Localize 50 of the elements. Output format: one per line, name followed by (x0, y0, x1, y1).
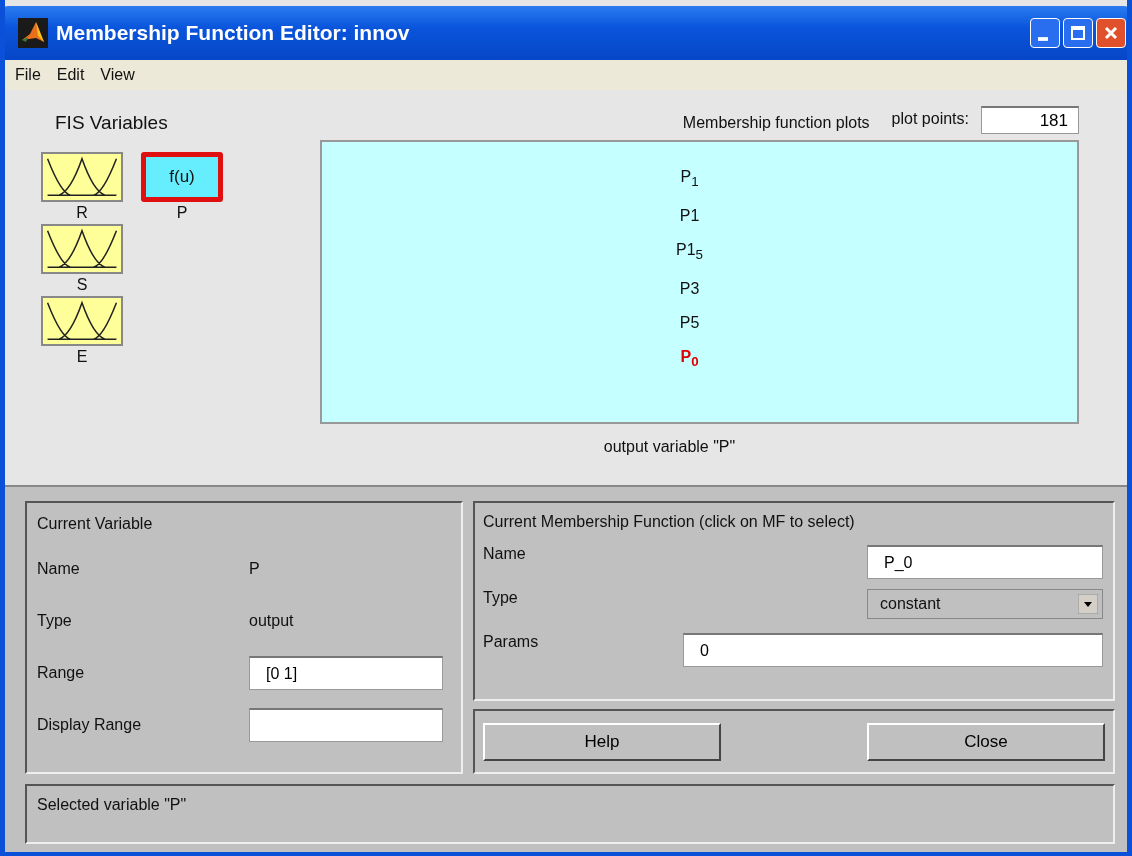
field-label: Range (37, 664, 86, 682)
window-title: Membership Function Editor: innov (56, 21, 410, 45)
field-label: Name (37, 560, 81, 578)
maximize-button[interactable] (1063, 18, 1093, 48)
mf-label[interactable]: P5 (679, 312, 700, 335)
display-range-field[interactable] (249, 708, 443, 742)
section-title: FIS Variables (55, 112, 169, 134)
plot-points-label: plot points: (891, 110, 969, 128)
variable-name: P (176, 204, 188, 222)
variable-name: R (76, 204, 88, 222)
output-variable-block[interactable]: f(u) (141, 152, 223, 202)
variable-name: S (76, 276, 88, 294)
input-variable-block[interactable] (41, 224, 123, 274)
variable-name-value: P (249, 560, 261, 578)
panel-title: Current Membership Function (click on MF to select) (483, 513, 856, 531)
panel-title: Current Variable (37, 515, 154, 533)
mf-label[interactable]: P$_{0}$ (680, 346, 699, 374)
input-variable-block[interactable] (41, 296, 123, 346)
help-button[interactable]: Help (483, 722, 721, 761)
plot-area[interactable]: P$_{1}$ P1 P1$_{5}$ P3 P5 P$_{0}$ (320, 140, 1079, 424)
field-label: Type (37, 612, 73, 630)
minimize-icon (1038, 37, 1048, 41)
mf-label[interactable]: P1 (679, 205, 700, 228)
app-icon (18, 18, 48, 48)
dropdown-arrow-icon (1078, 594, 1098, 614)
close-button[interactable] (1096, 18, 1126, 48)
params-field[interactable]: 0 (683, 633, 1103, 667)
field-label: Display Range (37, 716, 143, 734)
minimize-button[interactable] (1030, 18, 1060, 48)
mf-label[interactable]: P3 (679, 278, 700, 301)
variable-type-value: output (249, 612, 295, 630)
field-label: Type (483, 589, 518, 607)
mf-name-field[interactable]: P_0 (867, 545, 1103, 579)
menu-item[interactable]: View (100, 66, 135, 84)
plot-title: Membership function plots (682, 114, 870, 132)
range-field[interactable]: [0 1] (249, 656, 443, 690)
mf-label[interactable]: P$_{1}$ (680, 166, 699, 194)
field-label: Params (483, 633, 539, 651)
menu-item[interactable]: Edit (56, 66, 85, 84)
plot-caption: output variable "P" (603, 438, 736, 455)
mf-type-dropdown[interactable]: constant (867, 589, 1103, 619)
input-variable-block[interactable] (41, 152, 123, 202)
plot-points-field[interactable]: 181 (981, 106, 1079, 134)
maximize-icon (1068, 23, 1088, 43)
menu-item[interactable]: File (15, 66, 41, 84)
field-label: Name (483, 545, 526, 563)
variable-name: E (76, 348, 88, 366)
status-text: Selected variable "P" (37, 796, 187, 813)
close-dialog-button[interactable]: Close (867, 722, 1105, 761)
mf-label[interactable]: P1$_{5}$ (676, 239, 703, 267)
